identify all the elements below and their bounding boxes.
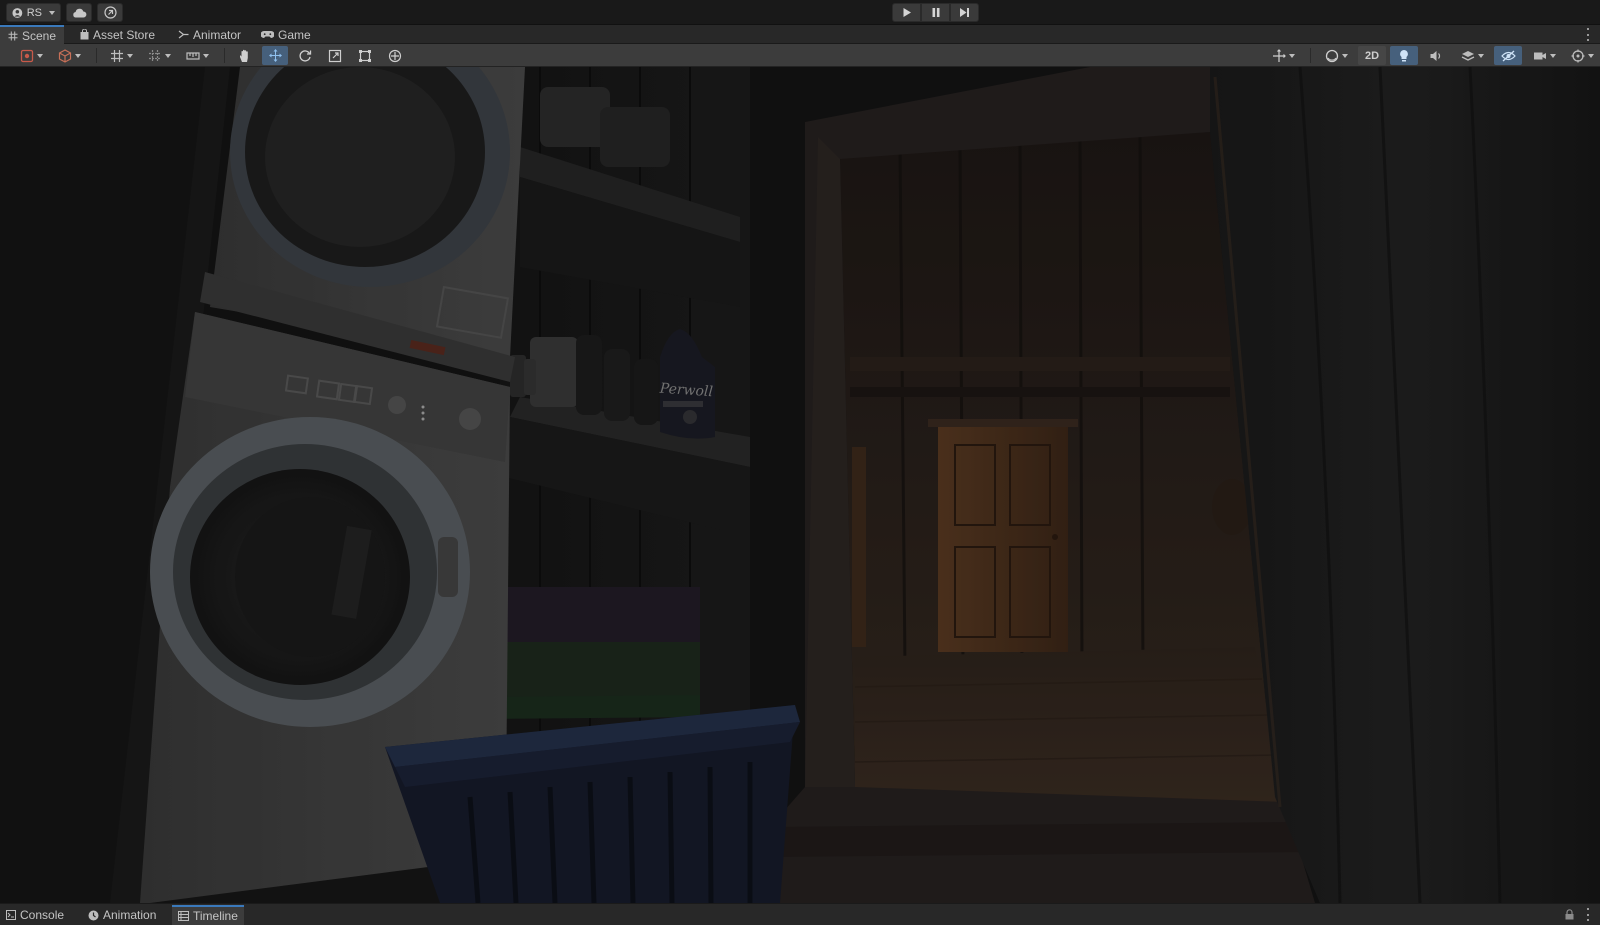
- chevron-down-icon: [126, 53, 133, 58]
- lightbulb-icon: [1400, 49, 1408, 61]
- pause-icon: [932, 8, 939, 17]
- window-tabs-bar: Scene Asset Store Animator Game: [0, 25, 1600, 44]
- console-icon: [6, 910, 16, 920]
- account-initials: RS: [26, 6, 42, 19]
- shopping-bag-icon: [80, 29, 89, 40]
- rect-transform-icon: [359, 49, 371, 62]
- collab-icon: [103, 6, 117, 19]
- more-options-icon[interactable]: [1586, 908, 1590, 921]
- tab-scene[interactable]: Scene: [0, 25, 65, 44]
- bottom-tabs-bar: Console Animation Timeline: [0, 903, 1600, 925]
- pause-button[interactable]: [921, 3, 950, 22]
- pivot-icon: [1272, 48, 1286, 62]
- chevron-down-icon: [1587, 53, 1594, 58]
- collab-button[interactable]: [97, 3, 123, 22]
- tab-animation[interactable]: Animation: [82, 905, 162, 925]
- grid-icon: [8, 31, 18, 40]
- transform-icon: [388, 49, 402, 62]
- tab-console[interactable]: Console: [0, 905, 70, 925]
- animator-icon: [178, 30, 189, 39]
- chevron-down-icon: [1477, 53, 1484, 58]
- ruler-icon: [185, 51, 200, 60]
- toolbar-separator: [1310, 48, 1311, 63]
- animation-clock-icon: [88, 910, 99, 920]
- eye-slash-icon: [1500, 50, 1516, 61]
- gizmo-icon: [1571, 49, 1584, 62]
- draw-mode-icon: [20, 49, 33, 62]
- render-mode-dropdown[interactable]: [52, 46, 86, 65]
- top-toolbar: RS: [0, 0, 1600, 25]
- scale-tool-button[interactable]: [322, 46, 348, 65]
- step-icon: [960, 8, 969, 17]
- play-icon: [903, 8, 911, 17]
- 2d-toggle-button[interactable]: 2D: [1358, 46, 1386, 65]
- scene-camera-dropdown[interactable]: [1526, 46, 1562, 65]
- more-options-icon[interactable]: [1586, 28, 1590, 41]
- scene-toolbar: 2D: [0, 44, 1600, 67]
- tab-label: Timeline: [193, 909, 238, 923]
- scene-render: Perwoll: [0, 67, 1600, 903]
- play-button[interactable]: [892, 3, 921, 22]
- speaker-icon: [1430, 50, 1441, 61]
- lock-icon[interactable]: [1565, 909, 1574, 920]
- tab-label: Console: [20, 908, 65, 922]
- cube-icon: [58, 48, 71, 63]
- chevron-down-icon: [202, 53, 209, 58]
- rect-tool-button[interactable]: [352, 46, 378, 65]
- draw-mode-dropdown[interactable]: [14, 46, 48, 65]
- account-dropdown[interactable]: RS: [6, 3, 61, 22]
- chevron-down-icon: [1549, 53, 1556, 58]
- grid-snap-icon: [110, 49, 123, 62]
- move-tool-button[interactable]: [262, 46, 288, 65]
- camera-icon: [1533, 52, 1546, 59]
- toolbar-separator: [96, 48, 97, 63]
- grid-snap-dropdown[interactable]: [104, 46, 138, 65]
- chevron-down-icon: [1341, 53, 1348, 58]
- step-button[interactable]: [950, 3, 979, 22]
- pivot-dropdown[interactable]: [1266, 46, 1300, 65]
- toolbar-separator: [224, 48, 225, 63]
- rotate-tool-button[interactable]: [292, 46, 318, 65]
- chevron-down-icon: [164, 53, 171, 58]
- tab-timeline[interactable]: Timeline: [172, 905, 244, 925]
- lighting-toggle-button[interactable]: [1390, 46, 1418, 65]
- chevron-down-icon: [1288, 53, 1295, 58]
- grid-visibility-icon: [148, 49, 161, 62]
- tab-label: Game: [278, 27, 311, 42]
- cloud-button[interactable]: [66, 3, 92, 22]
- account-icon: [12, 7, 23, 18]
- hand-tool-button[interactable]: [232, 46, 258, 65]
- hand-icon: [240, 49, 248, 62]
- tab-label: Asset Store: [93, 27, 156, 42]
- audio-toggle-button[interactable]: [1422, 46, 1450, 65]
- chevron-down-icon: [36, 53, 43, 58]
- gizmos-dropdown[interactable]: [1566, 46, 1598, 65]
- play-controls: [892, 3, 979, 22]
- transform-tool-button[interactable]: [382, 46, 408, 65]
- chevron-down-icon: [49, 10, 55, 15]
- cloud-icon: [72, 8, 86, 17]
- tab-game[interactable]: Game: [253, 25, 319, 44]
- timeline-icon: [178, 911, 189, 921]
- 2d-label: 2D: [1364, 49, 1380, 62]
- scale-icon: [328, 49, 342, 62]
- rotate-icon: [299, 49, 312, 62]
- grid-visibility-dropdown[interactable]: [142, 46, 176, 65]
- chevron-down-icon: [74, 53, 81, 58]
- layers-icon: [1461, 50, 1474, 61]
- tab-asset-store[interactable]: Asset Store: [72, 25, 163, 44]
- move-arrows-icon: [268, 49, 282, 62]
- gamepad-icon: [261, 31, 274, 38]
- increment-snap-dropdown[interactable]: [180, 46, 214, 65]
- shading-mode-dropdown[interactable]: [1318, 46, 1354, 65]
- scene-viewport[interactable]: Perwoll: [0, 67, 1600, 903]
- effects-dropdown[interactable]: [1454, 46, 1490, 65]
- scene-visibility-toggle[interactable]: [1494, 46, 1522, 65]
- tab-label: Animation: [103, 908, 157, 922]
- tab-label: Animator: [193, 27, 242, 42]
- sphere-icon: [1325, 49, 1338, 62]
- tab-label: Scene: [22, 28, 57, 43]
- tab-animator[interactable]: Animator: [170, 25, 249, 44]
